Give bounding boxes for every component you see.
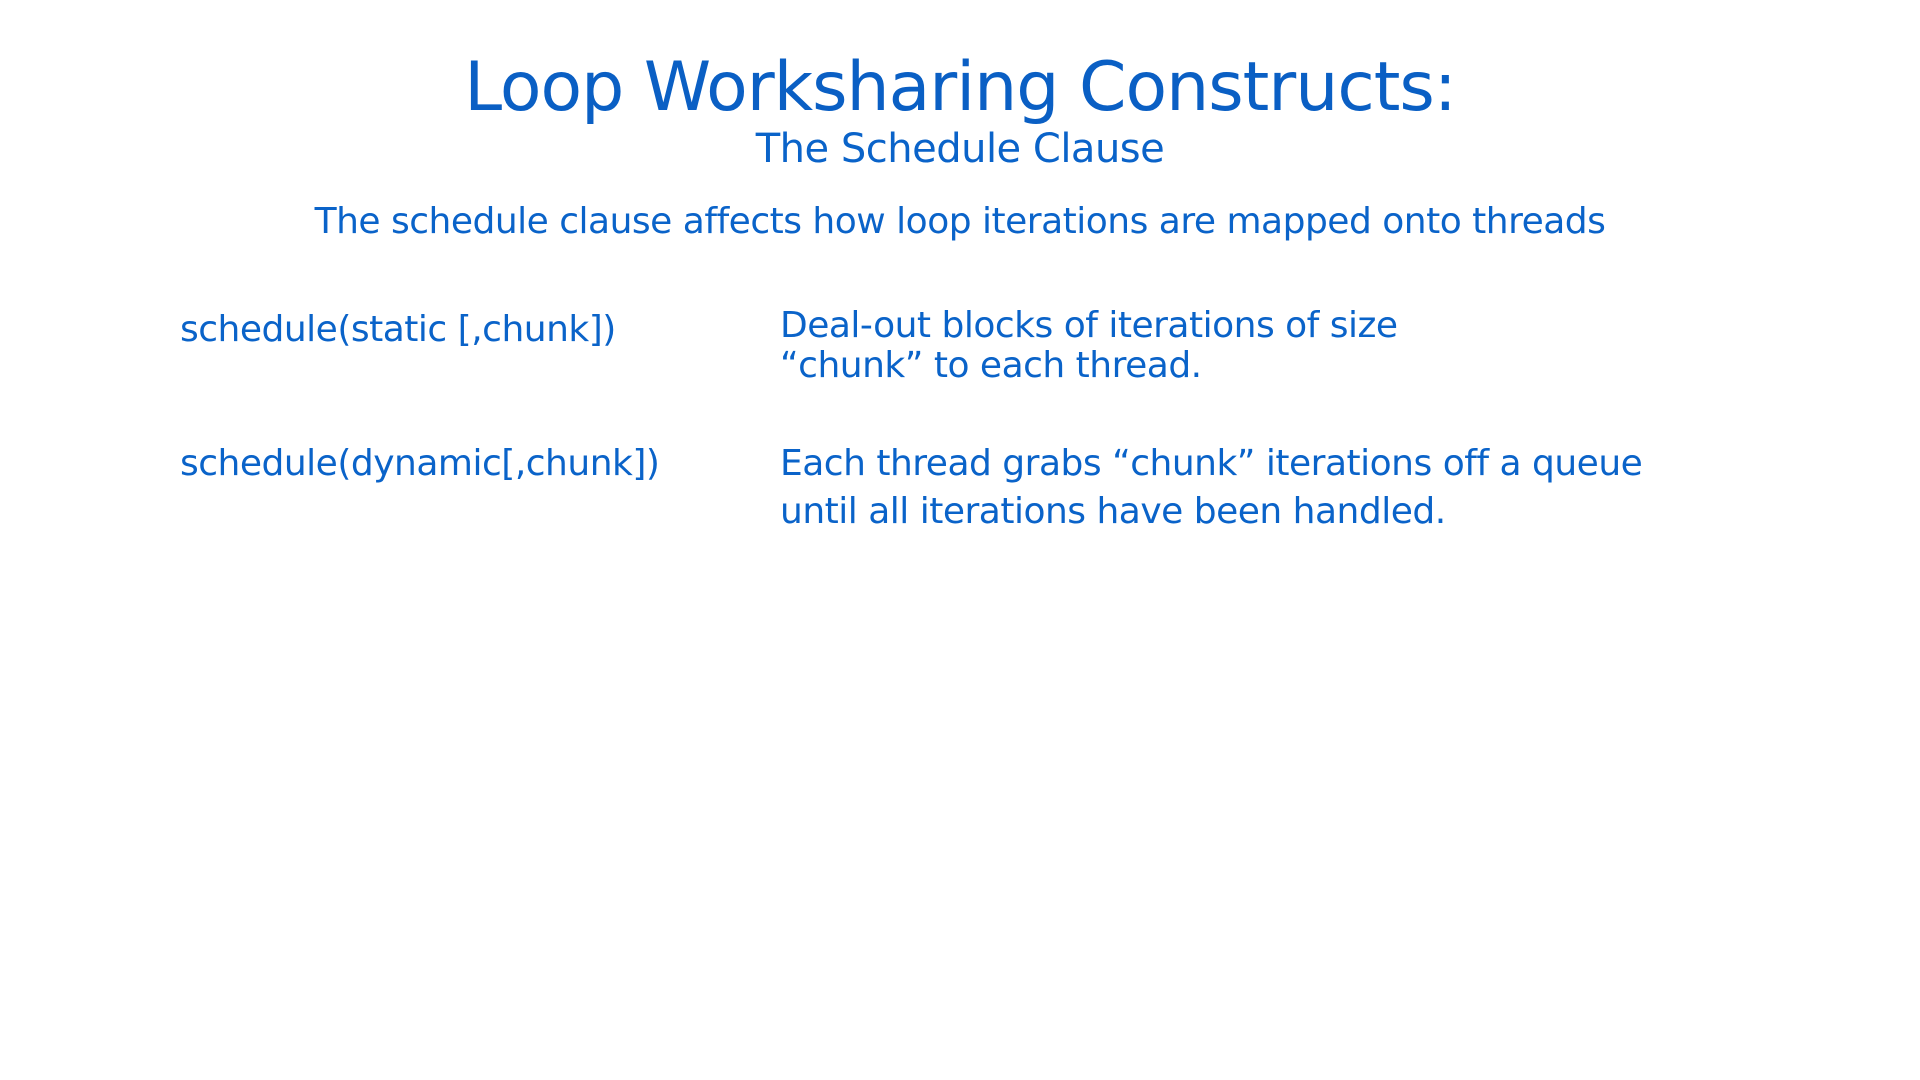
schedule-static-clause: schedule(static [,chunk]) bbox=[180, 309, 616, 350]
schedule-dynamic-description: Each thread grabs “chunk” iterations off… bbox=[780, 440, 1643, 536]
description-line: “chunk” to each thread. bbox=[780, 345, 1202, 386]
schedule-static-description: Deal-out blocks of iterations of size “c… bbox=[780, 306, 1398, 386]
slide-subtitle: The Schedule Clause bbox=[755, 126, 1165, 172]
description-line: until all iterations have been handled. bbox=[780, 491, 1446, 532]
slide-title: Loop Worksharing Constructs: bbox=[464, 48, 1457, 127]
intro-text: The schedule clause affects how loop ite… bbox=[314, 201, 1606, 242]
slide: Loop Worksharing Constructs: The Schedul… bbox=[0, 0, 1920, 1080]
description-line: Each thread grabs “chunk” iterations off… bbox=[780, 443, 1643, 484]
schedule-dynamic-clause: schedule(dynamic[,chunk]) bbox=[180, 443, 660, 484]
description-line: Deal-out blocks of iterations of size bbox=[780, 305, 1398, 346]
